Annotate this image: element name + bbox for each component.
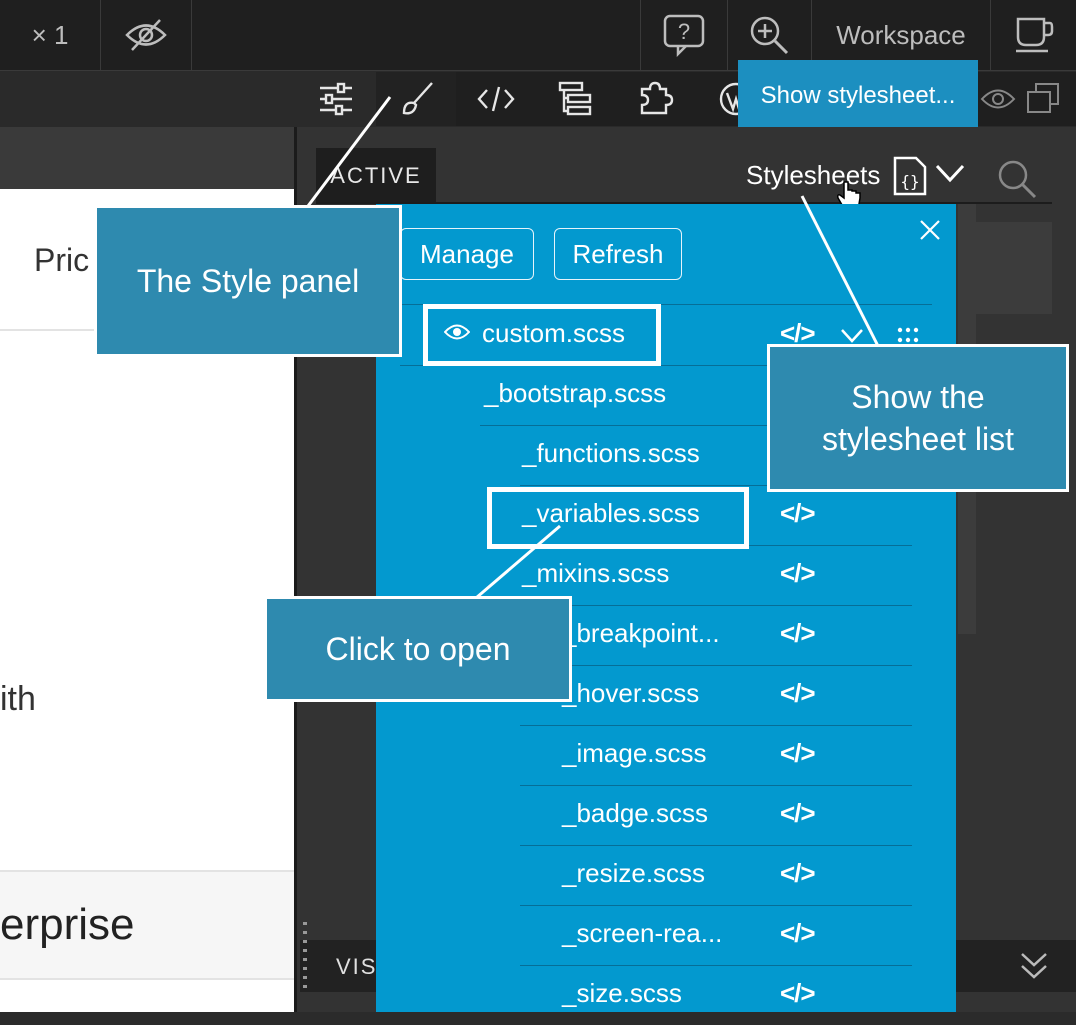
callout-text: Click to open (325, 631, 511, 667)
callout-style-panel: The Style panel (94, 205, 402, 357)
callout-text: Show the stylesheet list (821, 379, 1015, 457)
callout-connectors (306, 96, 880, 600)
callout-show-list: Show the stylesheet list (767, 344, 1069, 492)
callout-click-open: Click to open (264, 596, 572, 702)
callout-text: The Style panel (136, 263, 360, 299)
